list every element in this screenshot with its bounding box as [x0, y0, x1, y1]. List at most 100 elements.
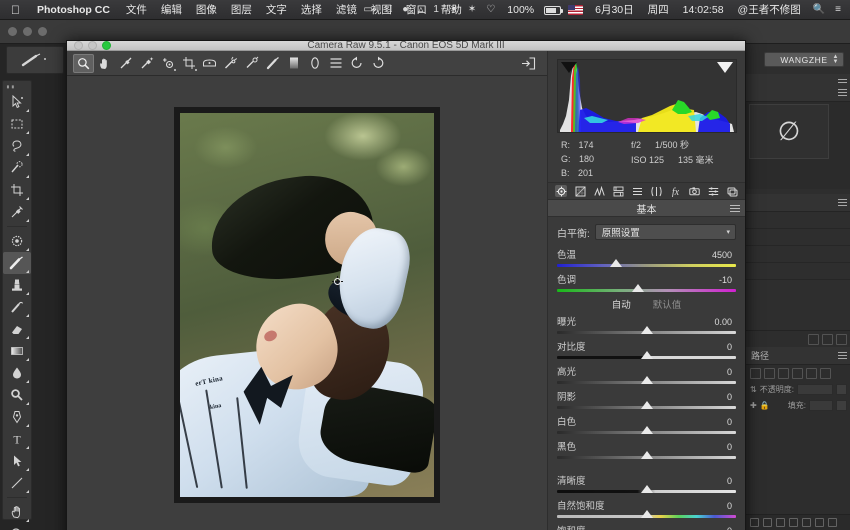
- minimize-button[interactable]: [23, 27, 32, 36]
- filter-adjustment-icon[interactable]: [764, 368, 775, 379]
- palette-grip[interactable]: ▖▖: [7, 84, 17, 88]
- tool-dodge[interactable]: [3, 384, 31, 406]
- tab-detail[interactable]: [593, 185, 605, 197]
- link-layers-icon[interactable]: [750, 518, 759, 527]
- slider-value[interactable]: 0: [727, 392, 736, 402]
- tool-pen[interactable]: [3, 406, 31, 428]
- lock-transparent-icon[interactable]: ✚: [750, 401, 757, 410]
- toggle-fullscreen-icon[interactable]: [518, 54, 539, 73]
- fill-value-field[interactable]: [809, 400, 833, 411]
- tool-line[interactable]: [3, 472, 31, 494]
- opacity-stepper[interactable]: [836, 384, 847, 395]
- slider-knob[interactable]: [641, 401, 653, 409]
- tool-zoom[interactable]: [3, 523, 31, 530]
- slider-knob[interactable]: [610, 259, 622, 267]
- slider-contrast[interactable]: 对比度 0: [557, 339, 736, 359]
- menu-file[interactable]: 文件: [119, 0, 154, 20]
- slider-value[interactable]: 0: [727, 501, 736, 511]
- tab-lens-corrections[interactable]: [650, 185, 662, 197]
- acr-rotate-right-tool[interactable]: [367, 54, 388, 73]
- acr-rotate-left-tool[interactable]: [346, 54, 367, 73]
- slider-knob[interactable]: [641, 326, 653, 334]
- layer-filter-row[interactable]: [746, 365, 850, 381]
- histogram[interactable]: [557, 59, 737, 133]
- camera-raw-preview-canvas[interactable]: erT kina kina: [67, 76, 547, 530]
- slider-knob[interactable]: [641, 510, 653, 518]
- layers-panel-footer[interactable]: [746, 514, 850, 530]
- slider-value[interactable]: 0: [727, 417, 736, 427]
- camera-raw-title-bar[interactable]: Camera Raw 9.5.1 - Canon EOS 5D Mark III: [67, 41, 745, 51]
- tool-gradient[interactable]: [3, 340, 31, 362]
- airplay-icon[interactable]: ⎕: [381, 0, 397, 20]
- tab-camera-calibration[interactable]: [688, 185, 700, 197]
- tool-quick-selection[interactable]: [3, 157, 31, 179]
- panel-menu-icon[interactable]: [838, 199, 847, 206]
- acr-straighten-tool[interactable]: [199, 54, 220, 73]
- notification-center-icon[interactable]: ≡: [830, 0, 846, 20]
- tab-effects[interactable]: fx: [669, 185, 681, 197]
- slider-track[interactable]: [557, 431, 736, 434]
- tab-tone-curve[interactable]: [574, 185, 586, 197]
- fill-stepper[interactable]: [836, 400, 847, 411]
- filter-pixel-icon[interactable]: [750, 368, 761, 379]
- wechat-icon[interactable]: ☀: [444, 0, 463, 20]
- brush-tool-preset-picker[interactable]: [6, 46, 64, 74]
- slider-shadows[interactable]: 阴影 0: [557, 389, 736, 409]
- panel-menu-icon[interactable]: [838, 352, 847, 359]
- white-balance-select[interactable]: 原照设置 ▾: [595, 224, 736, 240]
- slider-knob[interactable]: [641, 376, 653, 384]
- blend-mode-caret-icon[interactable]: ⇅: [750, 385, 757, 394]
- tab-basic[interactable]: [555, 185, 567, 197]
- search-icon[interactable]: 🔍: [808, 0, 830, 20]
- menu-app-name[interactable]: Photoshop CC: [28, 0, 119, 20]
- dropbox-icon[interactable]: ●: [397, 0, 413, 20]
- battery-percent[interactable]: 100%: [500, 0, 541, 20]
- slider-value[interactable]: 0: [727, 342, 736, 352]
- slider-track[interactable]: [557, 289, 736, 292]
- preview-image-frame[interactable]: erT kina kina: [174, 107, 440, 503]
- slider-value[interactable]: -10: [719, 275, 736, 285]
- new-group-icon[interactable]: [808, 334, 819, 345]
- tool-blur[interactable]: [3, 362, 31, 384]
- slider-track[interactable]: [557, 356, 736, 359]
- tool-marquee[interactable]: [3, 113, 31, 135]
- slider-track[interactable]: [557, 456, 736, 459]
- bluetooth-icon[interactable]: ✶: [463, 0, 481, 20]
- apple-logo-icon[interactable]: : [0, 0, 28, 20]
- slider-exposure[interactable]: 曝光 0.00: [557, 314, 736, 334]
- acr-hand-tool[interactable]: [94, 54, 115, 73]
- tab-split-toning[interactable]: [631, 185, 643, 197]
- acr-white-balance-tool[interactable]: [115, 54, 136, 73]
- auto-button[interactable]: 自动: [612, 297, 631, 311]
- adjustments-panel-header[interactable]: [746, 194, 850, 212]
- slider-knob[interactable]: [632, 284, 644, 292]
- slider-temperature[interactable]: 色温 4500: [557, 247, 736, 267]
- filter-type-icon[interactable]: [778, 368, 789, 379]
- slider-knob[interactable]: [641, 351, 653, 359]
- shield-icon[interactable]: ♡: [481, 0, 500, 20]
- slider-value[interactable]: 0: [727, 526, 736, 530]
- acr-color-sampler-tool[interactable]: [136, 54, 157, 73]
- default-button[interactable]: 默认值: [653, 297, 682, 311]
- acr-crop-tool[interactable]: [178, 54, 199, 73]
- slider-track[interactable]: [557, 381, 736, 384]
- filter-smart-icon[interactable]: [806, 368, 817, 379]
- menu-edit[interactable]: 编辑: [154, 0, 189, 20]
- slider-tint[interactable]: 色调 -10: [557, 272, 736, 292]
- menu-select[interactable]: 选择: [294, 0, 329, 20]
- tool-crop[interactable]: [3, 179, 31, 201]
- tab-presets[interactable]: [707, 185, 719, 197]
- delete-layer-icon[interactable]: [828, 518, 837, 527]
- acr-radial-filter-tool[interactable]: [304, 54, 325, 73]
- screen-record-icon[interactable]: ▭›: [359, 0, 382, 20]
- acr-preferences-tool[interactable]: [325, 54, 346, 73]
- layer-fill-row[interactable]: ✚ 🔒 填充:: [746, 397, 850, 413]
- tab-snapshots[interactable]: [726, 185, 738, 197]
- slider-track[interactable]: [557, 515, 736, 518]
- zoom-button[interactable]: [38, 27, 47, 36]
- tool-lasso[interactable]: [3, 135, 31, 157]
- adjustment-layer-icon[interactable]: [789, 518, 798, 527]
- new-layer-icon[interactable]: [815, 518, 824, 527]
- slider-track[interactable]: [557, 264, 736, 267]
- navigator-panel-header[interactable]: [746, 84, 850, 102]
